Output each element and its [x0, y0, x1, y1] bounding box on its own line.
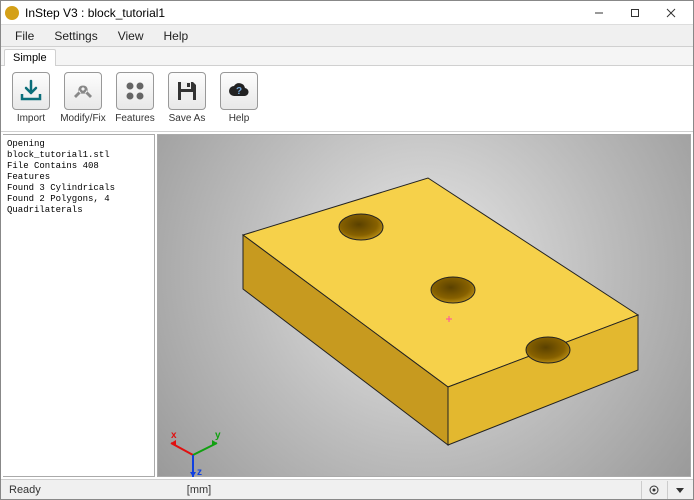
modifyfix-label: Modify/Fix — [60, 113, 106, 124]
minimize-button[interactable] — [581, 2, 617, 24]
features-label: Features — [115, 113, 154, 124]
log-line: Found 2 Polygons, 4 — [7, 194, 150, 205]
svg-text:x: x — [171, 430, 177, 441]
model-render: x y z — [158, 135, 688, 480]
titlebar: InStep V3 : block_tutorial1 — [1, 1, 693, 25]
viewport-3d[interactable]: x y z — [157, 134, 691, 477]
svg-text:?: ? — [236, 86, 242, 97]
saveas-button[interactable]: Save As — [165, 72, 209, 129]
close-button[interactable] — [653, 2, 689, 24]
workspace: Opening block_tutorial1.stl File Contain… — [1, 132, 693, 479]
menu-view[interactable]: View — [108, 26, 154, 46]
menu-file[interactable]: File — [5, 26, 44, 46]
axis-gizmo: x y z — [171, 430, 221, 478]
status-dropdown[interactable] — [667, 481, 691, 499]
svg-text:y: y — [215, 430, 221, 441]
menu-settings[interactable]: Settings — [44, 26, 107, 46]
log-line: Features — [7, 172, 150, 183]
status-ready: Ready — [1, 484, 49, 496]
saveas-label: Save As — [169, 113, 206, 124]
svg-text:z: z — [197, 467, 202, 478]
log-line: block_tutorial1.stl — [7, 150, 150, 161]
log-line: File Contains 408 — [7, 161, 150, 172]
maximize-button[interactable] — [617, 2, 653, 24]
menubar: File Settings View Help — [1, 25, 693, 47]
log-line: Opening — [7, 139, 150, 150]
log-panel[interactable]: Opening block_tutorial1.stl File Contain… — [3, 134, 155, 477]
toolbar: Import Modify/Fix Features — [1, 66, 693, 132]
help-button[interactable]: ? Help — [217, 72, 261, 129]
help-label: Help — [229, 113, 250, 124]
help-cloud-icon: ? — [220, 72, 258, 110]
modifyfix-button[interactable]: Modify/Fix — [61, 72, 105, 129]
menu-help[interactable]: Help — [154, 26, 199, 46]
grid-icon — [116, 72, 154, 110]
tab-simple[interactable]: Simple — [4, 49, 56, 66]
import-button[interactable]: Import — [9, 72, 53, 129]
import-icon — [12, 72, 50, 110]
statusbar: Ready [mm] — [1, 479, 693, 499]
tools-icon — [64, 72, 102, 110]
tabstrip: Simple — [1, 47, 693, 66]
window-controls — [581, 2, 689, 24]
window-title: InStep V3 : block_tutorial1 — [25, 6, 581, 20]
log-line: Quadrilaterals — [7, 205, 150, 216]
import-label: Import — [17, 113, 45, 124]
status-units: [mm] — [179, 484, 219, 496]
app-icon — [5, 6, 19, 20]
log-line: Found 3 Cylindricals — [7, 183, 150, 194]
features-button[interactable]: Features — [113, 72, 157, 129]
save-icon — [168, 72, 206, 110]
status-view-icon[interactable] — [641, 481, 665, 499]
